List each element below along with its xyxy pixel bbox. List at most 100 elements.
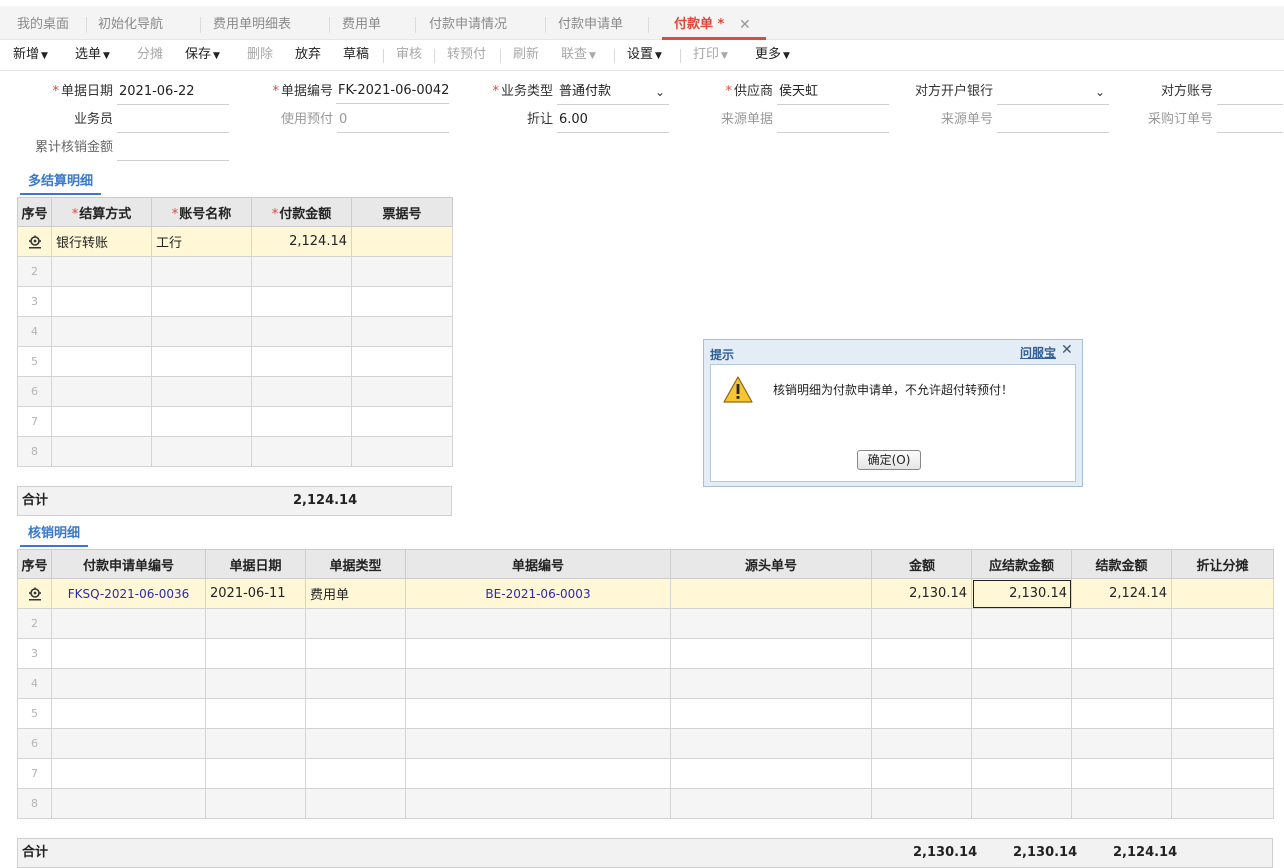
peer-bank-select[interactable]: ⌄ [997,82,1109,105]
delete-button[interactable]: 删除 [247,40,273,70]
audit-button[interactable]: 审核 [396,40,422,70]
col-header-type[interactable]: 单据类型 [305,549,406,579]
cell-ticket[interactable] [351,226,453,257]
col-header-src-no[interactable]: 源头单号 [670,549,872,579]
table-row[interactable]: 3 [17,286,453,317]
tab-init-guide[interactable]: 初始化导航 [98,6,163,39]
more-button[interactable]: 更多 ▼ [755,40,790,70]
print-label: 打印 [693,47,720,62]
toolbar-separator [680,49,681,63]
close-icon[interactable]: ✕ [1061,342,1073,358]
cell-req-no-link[interactable]: FKSQ-2021-06-0036 [51,578,206,609]
total-writeoff-input[interactable] [117,138,229,161]
source-no-input[interactable] [997,110,1109,133]
supplier-input[interactable]: 侯天虹 [777,82,889,105]
table-row[interactable]: 5 [17,698,1274,729]
dialog-message: 核销明细为付款申请单，不允许超付转预付！ [773,383,1014,397]
table-row[interactable]: 2 [17,608,1274,639]
writeoff-section-title[interactable]: 核销明细 [20,522,89,547]
source-doc-input[interactable] [777,110,889,133]
row-action-cell[interactable] [17,226,52,257]
add-button[interactable]: 新增 ▼ [13,40,48,70]
table-row[interactable]: 6 [17,728,1274,759]
section-underline [20,545,89,547]
settings-button[interactable]: 设置 ▼ [627,40,662,70]
table-row[interactable]: 8 [17,436,453,467]
table-row[interactable]: 8 [17,788,1274,819]
writeoff-section-label: 核销明细 [28,526,81,541]
bill-no-input[interactable]: FK-2021-06-0042 [336,81,449,104]
cell-amount[interactable]: 2,130.14 [871,578,972,609]
cell-account[interactable]: 工行 [151,226,252,257]
toolbar-separator [614,49,615,63]
table-row[interactable]: 4 [17,668,1274,699]
table-row[interactable]: 3 [17,638,1274,669]
chevron-down-icon: ▼ [41,51,48,61]
table-row[interactable]: FKSQ-2021-06-0036 2021-06-11 费用单 BE-2021… [17,578,1274,609]
tab-expense-bill[interactable]: 费用单 [342,6,381,39]
cell-amount[interactable]: 2,124.14 [251,226,352,257]
dialog-body: 核销明细为付款申请单，不允许超付转预付！ 确定(O) [710,364,1076,482]
clerk-input[interactable] [117,110,229,133]
discount-input[interactable]: 6.00 [557,110,669,133]
dialog-title[interactable]: 提示 [710,346,734,363]
cell-src-no[interactable] [670,578,872,609]
cell-bill-no-link[interactable]: BE-2021-06-0003 [405,578,671,609]
settlement-section-title[interactable]: 多结算明细 [20,170,102,195]
col-header-settle[interactable]: 结款金额 [1071,549,1172,579]
col-header-account[interactable]: *账号名称 [151,197,252,227]
refresh-button[interactable]: 刷新 [513,40,539,70]
ok-button[interactable]: 确定(O) [857,450,921,470]
draft-button[interactable]: 草稿 [343,40,369,70]
close-icon[interactable]: ✕ [739,6,751,39]
peer-account-input[interactable] [1217,82,1283,105]
tab-payment-request-status[interactable]: 付款申请情况 [429,6,507,39]
col-header-req-no[interactable]: 付款申请单编号 [51,549,206,579]
table-row[interactable]: 5 [17,346,453,377]
col-header-bill-no[interactable]: 单据编号 [405,549,671,579]
writeoff-summary-bar: 合计 2,130.14 2,130.14 2,124.14 [17,838,1273,868]
table-row[interactable]: 银行转账 工行 2,124.14 [17,226,453,257]
cell-payable[interactable]: 2,130.14 [971,578,1072,609]
biz-type-value: 普通付款 [559,84,612,99]
col-header-date[interactable]: 单据日期 [205,549,306,579]
table-row[interactable]: 7 [17,406,453,437]
table-row[interactable]: 7 [17,758,1274,789]
cell-settle[interactable]: 2,124.14 [1071,578,1172,609]
cell-method[interactable]: 银行转账 [51,226,152,257]
dialog-help-link[interactable]: 问服宝 [1020,344,1056,361]
linked-query-button[interactable]: 联查 ▼ [561,40,596,70]
col-header-amount[interactable]: *付款金额 [251,197,352,227]
tab-expense-detail-report[interactable]: 费用单明细表 [213,6,291,39]
writeoff-sum-label: 合计 [22,845,49,860]
abandon-button[interactable]: 放弃 [295,40,321,70]
bill-date-input[interactable]: 2021-06-22 [117,82,229,105]
table-row[interactable]: 6 [17,376,453,407]
chevron-down-icon: ▼ [721,51,728,61]
biz-type-select[interactable]: 普通付款 ⌄ [557,82,669,105]
use-prepay-input[interactable]: 0 [337,110,449,133]
table-row[interactable]: 4 [17,316,453,347]
cell-discount[interactable] [1171,578,1274,609]
to-prepay-button[interactable]: 转预付 [447,40,486,70]
clerk-label: 业务员 [73,112,113,127]
col-header-discount[interactable]: 折让分摊 [1171,549,1274,579]
col-header-amount[interactable]: 金额 [871,549,972,579]
allocate-button[interactable]: 分摊 [137,40,163,70]
print-button[interactable]: 打印 ▼ [693,40,728,70]
gear-icon[interactable] [28,235,42,249]
save-button[interactable]: 保存 ▼ [185,40,220,70]
tab-payment-request[interactable]: 付款申请单 [558,6,623,39]
row-action-cell[interactable] [17,578,52,609]
table-row[interactable]: 2 [17,256,453,287]
col-header-ticket[interactable]: 票据号 [351,197,453,227]
select-bill-button[interactable]: 选单 ▼ [75,40,110,70]
tab-desktop[interactable]: 我的桌面 [17,6,69,39]
gear-icon[interactable] [28,587,42,601]
po-no-input[interactable] [1217,110,1283,133]
cell-type[interactable]: 费用单 [305,578,406,609]
cell-date[interactable]: 2021-06-11 [205,578,306,609]
col-header-method[interactable]: *结算方式 [51,197,152,227]
col-header-payable[interactable]: 应结款金额 [971,549,1072,579]
tab-payment-bill[interactable]: 付款单 * [662,6,767,40]
